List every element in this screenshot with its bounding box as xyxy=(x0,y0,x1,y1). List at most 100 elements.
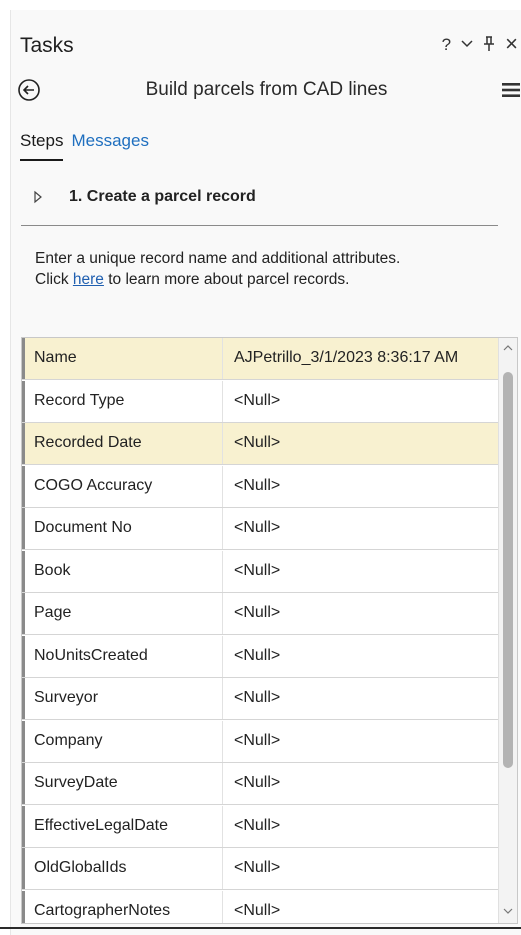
instruction-line-2: Click here to learn more about parcel re… xyxy=(35,269,515,290)
row-indicator xyxy=(22,848,25,889)
hamburger-icon[interactable] xyxy=(502,82,520,98)
step-title: 1. Create a parcel record xyxy=(69,188,256,205)
instruction-text: to learn more about parcel records. xyxy=(103,271,350,288)
divider xyxy=(21,225,498,226)
learn-more-link[interactable]: here xyxy=(73,271,104,288)
row-indicator xyxy=(22,465,25,507)
attribute-row[interactable]: EffectiveLegalDate <Null> xyxy=(22,805,508,848)
attribute-value[interactable]: <Null> xyxy=(234,477,280,495)
row-indicator xyxy=(22,508,25,549)
attribute-row[interactable]: Name AJPetrillo_3/1/2023 8:36:17 AM xyxy=(22,338,508,380)
instruction-line-1: Enter a unique record name and additiona… xyxy=(35,250,401,267)
attribute-name: Document No xyxy=(34,519,132,536)
column-separator xyxy=(222,848,223,889)
title-bar: Tasks ? × xyxy=(11,10,521,58)
task-title: Build parcels from CAD lines xyxy=(145,79,388,100)
attribute-name: NoUnitsCreated xyxy=(34,646,148,664)
column-separator xyxy=(222,423,223,464)
row-indicator xyxy=(22,890,25,923)
row-indicator xyxy=(22,338,25,379)
column-separator xyxy=(222,593,223,634)
triangle-right-icon xyxy=(34,190,42,204)
attribute-value[interactable]: <Null> xyxy=(234,562,280,580)
column-separator xyxy=(222,508,223,549)
title-bar-controls: ? × xyxy=(442,32,518,56)
column-separator xyxy=(222,805,223,847)
attribute-row[interactable]: Document No <Null> xyxy=(22,508,508,550)
instruction-text: Click xyxy=(35,271,73,288)
pin-icon[interactable] xyxy=(483,36,495,52)
pane-title: Tasks xyxy=(20,34,74,57)
attribute-name: CartographerNotes xyxy=(34,901,171,919)
tasks-pane: Tasks ? × Build parcels from CAD lines S… xyxy=(10,10,521,935)
row-indicator xyxy=(22,678,25,719)
column-separator xyxy=(222,635,223,677)
attribute-name: SurveyDate xyxy=(34,774,118,791)
question-icon[interactable]: ? xyxy=(442,36,451,53)
attribute-value[interactable]: <Null> xyxy=(234,392,280,410)
row-indicator xyxy=(22,423,25,464)
attribute-value[interactable]: <Null> xyxy=(234,774,280,792)
scroll-down-icon[interactable] xyxy=(503,907,513,917)
row-indicator xyxy=(22,593,25,634)
attribute-row[interactable]: SurveyDate <Null> xyxy=(22,763,508,805)
tab-strip: Steps Messages xyxy=(20,131,149,161)
attribute-value[interactable]: AJPetrillo_3/1/2023 8:36:17 AM xyxy=(234,349,458,367)
tab-messages[interactable]: Messages xyxy=(71,131,148,161)
column-separator xyxy=(222,338,223,379)
row-indicator xyxy=(22,550,25,592)
attribute-name: Page xyxy=(34,604,72,621)
chevron-down-icon[interactable] xyxy=(461,39,473,49)
column-separator xyxy=(222,720,223,762)
column-separator xyxy=(222,890,223,923)
attribute-row[interactable]: Record Type <Null> xyxy=(22,380,508,423)
attribute-row[interactable]: CartographerNotes <Null> xyxy=(22,890,508,923)
attribute-value[interactable]: <Null> xyxy=(234,902,280,920)
attribute-row[interactable]: Book <Null> xyxy=(22,550,508,593)
attribute-name: Company xyxy=(34,731,103,749)
attribute-name: Book xyxy=(34,561,71,579)
step-instructions: Enter a unique record name and additiona… xyxy=(35,248,515,290)
attribute-name: Recorded Date xyxy=(34,434,142,451)
column-separator xyxy=(222,678,223,719)
column-separator xyxy=(222,550,223,592)
attribute-value[interactable]: <Null> xyxy=(234,519,280,537)
row-indicator xyxy=(22,380,25,422)
column-separator xyxy=(222,380,223,422)
attribute-value[interactable]: <Null> xyxy=(234,434,280,452)
row-indicator xyxy=(22,720,25,762)
attribute-name: Name xyxy=(34,349,77,366)
attribute-value[interactable]: <Null> xyxy=(234,859,280,877)
attribute-value[interactable]: <Null> xyxy=(234,604,280,622)
close-icon[interactable]: × xyxy=(505,33,518,55)
scrollbar-thumb[interactable] xyxy=(503,372,513,768)
row-indicator xyxy=(22,635,25,677)
bottom-divider xyxy=(0,927,521,929)
vertical-scrollbar[interactable] xyxy=(498,338,517,923)
task-header: Build parcels from CAD lines xyxy=(11,76,521,106)
attribute-grid: CartographerNotes <Null> OldGlobalIds <Null… xyxy=(21,337,518,924)
step-header[interactable]: 1. Create a parcel record xyxy=(31,185,256,209)
attribute-row[interactable]: Surveyor <Null> xyxy=(22,678,508,720)
attribute-name: Surveyor xyxy=(34,689,99,706)
row-indicator xyxy=(22,805,25,847)
column-separator xyxy=(222,763,223,804)
column-separator xyxy=(222,465,223,507)
attribute-row[interactable]: COGO Accuracy <Null> xyxy=(22,465,508,508)
attribute-value[interactable]: <Null> xyxy=(234,647,280,665)
attribute-row[interactable]: Company <Null> xyxy=(22,720,508,763)
attribute-row[interactable]: Recorded Date <Null> xyxy=(22,423,508,465)
attribute-value[interactable]: <Null> xyxy=(234,817,280,835)
attribute-name: COGO Accuracy xyxy=(34,476,153,494)
tab-steps[interactable]: Steps xyxy=(20,131,64,161)
scroll-up-icon[interactable] xyxy=(503,344,513,354)
attribute-row[interactable]: Page <Null> xyxy=(22,593,508,635)
attribute-name: OldGlobalIds xyxy=(34,859,127,876)
attribute-value[interactable]: <Null> xyxy=(234,689,280,707)
attribute-name: EffectiveLegalDate xyxy=(34,816,169,834)
attribute-row[interactable]: OldGlobalIds <Null> xyxy=(22,848,508,890)
attribute-name: Record Type xyxy=(34,391,125,409)
attribute-value[interactable]: <Null> xyxy=(234,732,280,750)
row-indicator xyxy=(22,763,25,804)
attribute-row[interactable]: NoUnitsCreated <Null> xyxy=(22,635,508,678)
